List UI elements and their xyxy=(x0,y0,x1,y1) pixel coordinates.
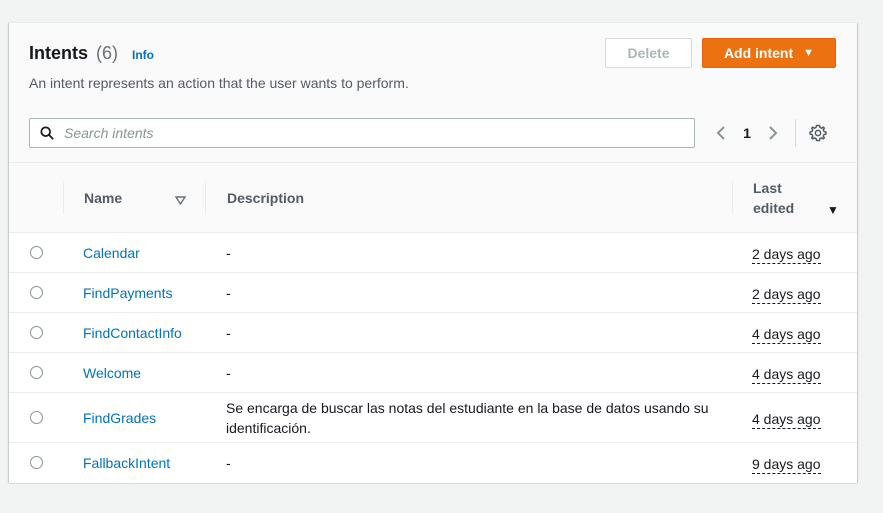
last-edited: 4 days ago xyxy=(752,326,821,344)
add-intent-label: Add intent xyxy=(723,45,794,61)
caret-down-icon: ▼ xyxy=(803,47,815,59)
panel-description: An intent represents an action that the … xyxy=(29,75,409,91)
intent-name-link[interactable]: FindPayments xyxy=(83,285,172,301)
intents-panel: Intents (6) Info An intent represents an… xyxy=(9,22,857,483)
column-description[interactable]: Description xyxy=(227,190,304,206)
last-edited: 4 days ago xyxy=(752,411,821,429)
chevron-left-icon[interactable] xyxy=(709,119,733,147)
add-intent-button[interactable]: Add intent ▼ xyxy=(702,38,836,68)
column-divider xyxy=(732,181,733,214)
intent-description: - xyxy=(226,455,231,471)
pagination: 1 xyxy=(709,119,832,147)
table-row[interactable]: FindGrades Se encarga de buscar las nota… xyxy=(9,393,857,443)
intent-name-link[interactable]: Calendar xyxy=(83,245,140,261)
column-name[interactable]: Name xyxy=(84,190,122,206)
sort-icon[interactable] xyxy=(174,192,187,210)
search-box[interactable] xyxy=(29,118,695,148)
current-page[interactable]: 1 xyxy=(739,125,755,141)
column-divider xyxy=(205,181,206,214)
intent-name-link[interactable]: FindGrades xyxy=(83,410,156,426)
last-edited: 4 days ago xyxy=(752,366,821,384)
title-row: Intents (6) Info xyxy=(29,43,154,64)
table-row[interactable]: Welcome - 4 days ago xyxy=(9,353,857,393)
column-last-edited-line2[interactable]: edited xyxy=(753,200,794,216)
intent-name-link[interactable]: FallbackIntent xyxy=(83,455,170,471)
gear-icon[interactable] xyxy=(804,119,832,147)
intent-description: Se encarga de buscar las notas del estud… xyxy=(226,400,709,436)
row-radio[interactable] xyxy=(30,286,43,299)
info-link[interactable]: Info xyxy=(132,48,154,62)
last-edited: 2 days ago xyxy=(752,246,821,264)
page-title: Intents xyxy=(29,43,89,63)
last-edited: 9 days ago xyxy=(752,456,821,474)
last-edited: 2 days ago xyxy=(752,286,821,304)
column-divider xyxy=(63,181,64,214)
row-radio[interactable] xyxy=(30,411,43,424)
column-last-edited-line1[interactable]: Last xyxy=(753,180,782,196)
row-radio[interactable] xyxy=(30,326,43,339)
table-row[interactable]: FindContactInfo - 4 days ago xyxy=(9,313,857,353)
row-radio[interactable] xyxy=(30,456,43,469)
table-header: Name Description Last edited ▼ xyxy=(9,163,857,233)
table-row[interactable]: FindPayments - 2 days ago xyxy=(9,273,857,313)
table-row[interactable]: FallbackIntent - 9 days ago xyxy=(9,443,857,483)
intent-name-link[interactable]: FindContactInfo xyxy=(83,325,182,341)
panel-header: Intents (6) Info An intent represents an… xyxy=(9,23,857,163)
intent-description: - xyxy=(226,245,231,261)
intent-count: (6) xyxy=(96,43,119,63)
intent-description: - xyxy=(226,325,231,341)
search-icon xyxy=(30,126,64,140)
caret-down-icon[interactable]: ▼ xyxy=(827,203,839,217)
delete-button[interactable]: Delete xyxy=(605,38,692,68)
pagination-divider xyxy=(795,119,796,147)
row-radio[interactable] xyxy=(30,246,43,259)
search-input[interactable] xyxy=(64,125,664,141)
row-radio[interactable] xyxy=(30,366,43,379)
chevron-right-icon[interactable] xyxy=(761,119,785,147)
intent-name-link[interactable]: Welcome xyxy=(83,365,141,381)
table-row[interactable]: Calendar - 2 days ago xyxy=(9,233,857,273)
intent-description: - xyxy=(226,365,231,381)
intent-description: - xyxy=(226,285,231,301)
